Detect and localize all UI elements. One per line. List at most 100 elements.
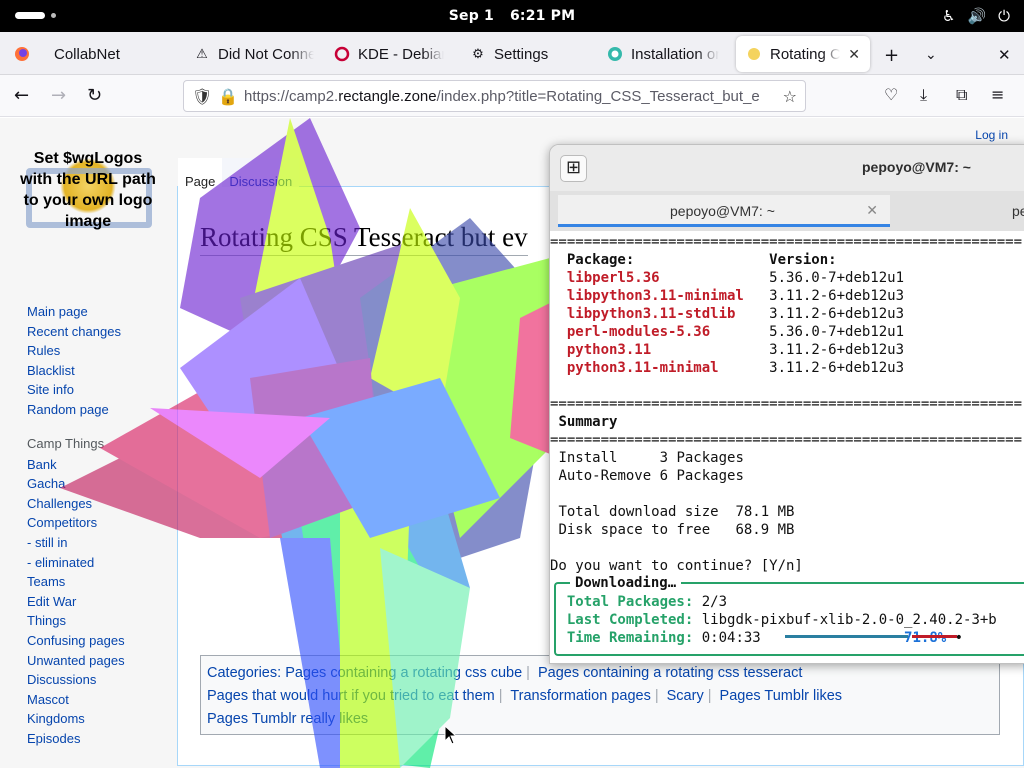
url-bar[interactable]: 🛡 🔒 https://camp2.rectangle.zone/index.p… — [183, 80, 806, 112]
package-version: 5.36.0-7+deb12u1 — [769, 324, 905, 340]
sidebar-item-still-in[interactable]: - still in — [27, 535, 125, 555]
sidebar-item-confusing-pages[interactable]: Confusing pages — [27, 633, 125, 653]
bookmark-star-icon[interactable]: ☆ — [783, 87, 797, 106]
reload-button[interactable]: ↻ — [87, 85, 102, 106]
login-link[interactable]: Log in — [975, 128, 1008, 142]
last-completed-label: Last Completed: — [566, 612, 694, 628]
sidebar-heading-camp-things: Camp Things — [27, 435, 105, 451]
new-terminal-tab-button[interactable]: ⊞ — [560, 155, 587, 182]
sidebar-item-edit-war[interactable]: Edit War — [27, 594, 125, 614]
close-window-button[interactable]: ✕ — [998, 46, 1011, 64]
pocket-icon[interactable]: ♡ — [884, 85, 898, 104]
close-terminal-tab-icon[interactable]: ✕ — [866, 202, 878, 219]
downloads-icon[interactable]: ⤓ — [920, 85, 927, 105]
tab-page[interactable]: Page — [178, 158, 223, 189]
sidebar-item-challenges[interactable]: Challenges — [27, 496, 125, 516]
gear-icon: ⚙ — [472, 46, 484, 61]
hamburger-menu-icon[interactable]: ≡ — [991, 85, 1004, 104]
version-header: Version: — [769, 252, 837, 268]
close-tab-icon[interactable]: ✕ — [848, 46, 860, 63]
url-path: /index.php?title=Rotating_CSS_Tesseract_… — [436, 88, 760, 105]
sidebar-item-teams[interactable]: Teams — [27, 574, 125, 594]
sidebar-item-main-page[interactable]: Main page — [27, 304, 125, 324]
total-packages-label: Total Packages: — [566, 594, 694, 610]
package-version: 3.11.2-6+deb12u3 — [769, 288, 905, 304]
browser-tab-strip: CollabNet ⚠ Did Not Conne KDE - Debian W… — [0, 32, 1024, 75]
sidebar-item-kingdoms[interactable]: Kingdoms — [27, 711, 125, 731]
system-tray[interactable]: ♿ 🔊 ⏻ — [942, 7, 1010, 25]
tab-kde-debian[interactable]: KDE - Debian W — [324, 36, 454, 72]
shield-icon[interactable]: 🛡 — [192, 87, 212, 106]
package-name: libperl5.36 — [566, 270, 660, 286]
warning-icon: ⚠ — [196, 46, 208, 61]
url-domain: rectangle.zone — [338, 88, 437, 105]
sidebar-item-discussions[interactable]: Discussions — [27, 672, 125, 692]
site-logo[interactable]: Set $wgLogos with the URL path to your o… — [18, 148, 158, 232]
page-tabs: Page Discussion — [178, 158, 300, 189]
back-button[interactable]: ← — [14, 85, 29, 106]
package-name: perl-modules-5.36 — [566, 324, 711, 340]
terminal-tab-bar: pepoyo@VM7: ~ ✕ pe — [550, 191, 1024, 231]
tab-label: CollabNet — [54, 45, 120, 63]
sidebar-item-rules[interactable]: Rules — [27, 343, 125, 363]
sidebar-item-episodes[interactable]: Episodes — [27, 731, 125, 751]
terminal-title: pepoyo@VM7: ~ — [862, 159, 971, 175]
categories-label[interactable]: Categories: — [207, 665, 281, 681]
tab-did-not-connect[interactable]: ⚠ Did Not Conne — [184, 36, 324, 72]
download-size-line: Total download size 78.1 MB — [558, 504, 795, 520]
category-link[interactable]: Transformation pages — [510, 688, 651, 704]
category-link[interactable]: Pages that would hurt if you tried to ea… — [207, 688, 495, 704]
clock[interactable]: Sep 1 6:21 PM — [0, 8, 1024, 24]
last-completed-value: libgdk-pixbuf-xlib-2.0-0_2.40.2-3+b — [701, 612, 997, 628]
extensions-icon[interactable]: ⧉ — [956, 85, 967, 105]
firefox-menu-tab[interactable] — [4, 36, 42, 72]
tab-installation[interactable]: Installation on — [597, 36, 729, 72]
page-title: Rotating CSS Tesseract but ev — [200, 222, 528, 256]
system-top-bar: Sep 1 6:21 PM ♿ 🔊 ⏻ — [0, 0, 1024, 32]
accessibility-icon[interactable]: ♿ — [942, 7, 955, 25]
sidebar-item-random-page[interactable]: Random page — [27, 402, 125, 422]
time-label: 6:21 PM — [509, 8, 576, 24]
sidebar-item-site-info[interactable]: Site info — [27, 382, 125, 402]
terminal-tab-label: pepoyo@VM7: ~ — [670, 203, 775, 219]
sidebar-item-competitors[interactable]: Competitors — [27, 515, 125, 535]
sidebar-item-eliminated[interactable]: - eliminated — [27, 555, 125, 575]
volume-icon[interactable]: 🔊 — [967, 7, 986, 25]
install-line: Install 3 Packages — [558, 450, 744, 466]
forward-button[interactable]: → — [51, 85, 66, 106]
new-tab-button[interactable]: + — [884, 45, 899, 66]
sidebar-item-things[interactable]: Things — [27, 613, 125, 633]
firefox-icon — [14, 46, 30, 62]
sidebar-item-bank[interactable]: Bank — [27, 457, 125, 477]
sun-icon — [746, 46, 762, 62]
tab-settings[interactable]: ⚙ Settings — [460, 36, 595, 72]
category-link[interactable]: Scary — [667, 688, 704, 704]
power-icon[interactable]: ⏻ — [998, 7, 1010, 25]
sidebar-item-unwanted-pages[interactable]: Unwanted pages — [27, 653, 125, 673]
terminal-header-bar: ⊞ pepoyo@VM7: ~ — [550, 145, 1024, 191]
tab-rotating-css[interactable]: Rotating CSS ✕ — [736, 36, 870, 72]
sidebar-item-mascot[interactable]: Mascot — [27, 692, 125, 712]
sidebar-item-blacklist[interactable]: Blacklist — [27, 363, 125, 383]
category-link[interactable]: Pages containing a rotating css tesserac… — [538, 665, 802, 681]
continue-prompt: Do you want to continue? [Y/n] — [550, 558, 803, 574]
list-tabs-button[interactable]: ⌄ — [925, 47, 937, 63]
download-title: Downloading… — [570, 575, 682, 591]
category-link[interactable]: Pages Tumblr likes — [720, 688, 843, 704]
url-text[interactable]: https://camp2.rectangle.zone/index.php?t… — [244, 88, 764, 105]
package-name: libpython3.11-stdlib — [566, 306, 736, 322]
tab-discussion[interactable]: Discussion — [222, 158, 300, 189]
tab-label: Installation on — [631, 45, 719, 63]
category-link[interactable]: Pages Tumblr really likes — [207, 711, 368, 727]
total-packages-value: 2/3 — [701, 594, 728, 610]
category-link[interactable]: Pages containing a rotating css cube — [285, 665, 522, 681]
terminal-tab-active[interactable]: pepoyo@VM7: ~ ✕ — [558, 195, 890, 227]
terminal-tab-second[interactable]: pe — [1012, 203, 1024, 219]
categories-box: Categories: Pages containing a rotating … — [200, 655, 1000, 735]
package-version: 3.11.2-6+deb12u3 — [769, 360, 905, 376]
lock-icon[interactable]: 🔒 — [218, 87, 238, 106]
sidebar-item-gacha[interactable]: Gacha — [27, 476, 125, 496]
sidebar-item-recent-changes[interactable]: Recent changes — [27, 324, 125, 344]
terminal-output[interactable]: ========================================… — [550, 233, 1022, 575]
tab-collabnet[interactable]: CollabNet — [44, 36, 184, 72]
